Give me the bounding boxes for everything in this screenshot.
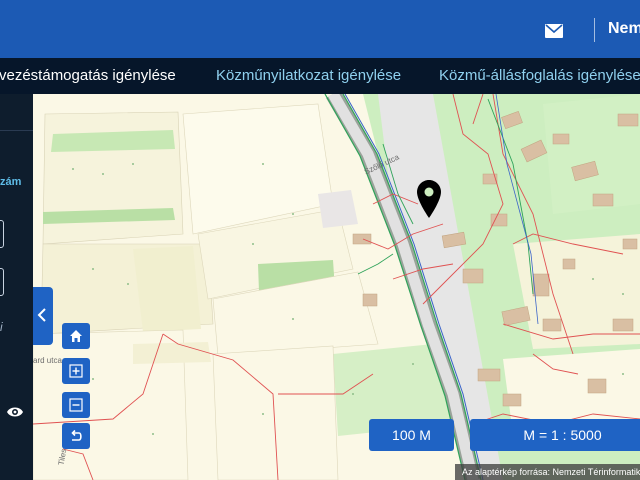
plus-icon <box>69 364 83 378</box>
map-attribution: Az alaptérkép forrása: Nemzeti Térinform… <box>455 464 640 480</box>
side-section-label: zám <box>0 176 22 188</box>
chevron-left-icon <box>37 307 47 323</box>
side-divider <box>0 130 33 131</box>
undo-button[interactable] <box>62 423 90 449</box>
header-divider <box>594 18 595 42</box>
zoom-in-button[interactable] <box>62 358 90 384</box>
zoom-out-button[interactable] <box>62 392 90 418</box>
side-hint: i <box>0 320 3 334</box>
location-pin-icon[interactable] <box>417 180 441 218</box>
map-view[interactable]: Szőlő utca ard utca Tiles utca <box>33 94 640 480</box>
eye-icon[interactable] <box>7 406 23 418</box>
side-panel: zám i <box>0 94 33 480</box>
side-input-1[interactable] <box>0 220 4 248</box>
home-button[interactable] <box>62 323 90 349</box>
scale-ratio[interactable]: M = 1 : 5000 <box>470 419 640 451</box>
tab-route-support[interactable]: rvezéstámogatás igénylése <box>0 67 176 84</box>
scale-bar: 100 M <box>369 419 454 451</box>
side-input-2[interactable] <box>0 268 4 296</box>
top-header: Nem <box>0 0 640 58</box>
home-icon <box>70 330 82 342</box>
tab-bar: rvezéstámogatás igénylése Közműnyilatkoz… <box>0 58 640 94</box>
mail-icon[interactable] <box>545 24 563 38</box>
minus-icon <box>69 398 83 412</box>
street-label-ard: ard utca <box>33 356 62 365</box>
app-window: Nem rvezéstámogatás igénylése Közműnyila… <box>0 0 640 480</box>
collapse-panel-button[interactable] <box>33 287 53 345</box>
tab-utility-statement[interactable]: Közműnyilatkozat igénylése <box>216 67 401 84</box>
user-menu[interactable]: Nem <box>608 20 640 38</box>
tab-utility-position[interactable]: Közmű-állásfoglalás igénylése <box>439 67 640 84</box>
undo-icon <box>71 429 82 441</box>
